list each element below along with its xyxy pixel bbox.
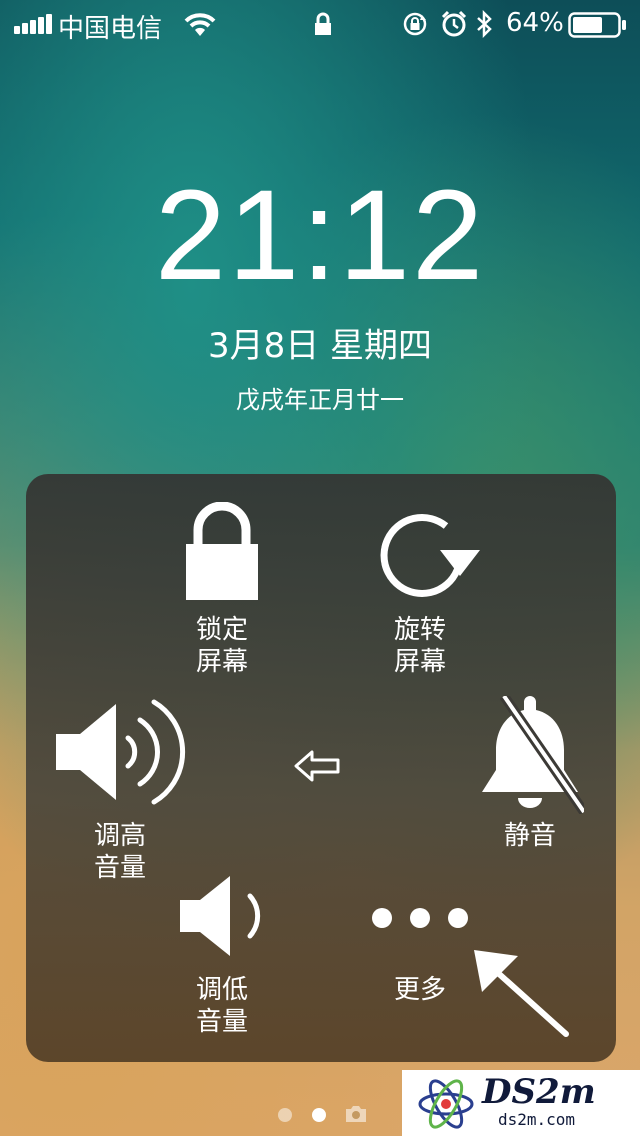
bluetooth-icon <box>477 10 492 38</box>
watermark-url: ds2m.com <box>498 1110 576 1129</box>
battery-icon <box>568 12 626 38</box>
mute-button[interactable]: 静音 <box>470 696 590 886</box>
more-label: 更多 <box>393 975 446 1005</box>
back-button[interactable] <box>292 748 352 792</box>
alarm-icon <box>441 10 467 37</box>
rotate-label-line2: 屏幕 <box>393 647 446 677</box>
atom-logo-icon <box>418 1079 474 1129</box>
lock-screen-label-line1: 锁定 <box>195 615 248 645</box>
camera-icon <box>346 1106 366 1122</box>
volume-up-icon <box>56 699 186 805</box>
status-bar: 中国电信 64% <box>0 0 640 48</box>
lunar-date: 戊戌年正月廿一 <box>236 386 404 414</box>
watermark-logo: DS2m ds2m.com <box>402 1070 640 1136</box>
more-button[interactable]: 更多 <box>360 894 480 1014</box>
watermark-title: DS2m <box>482 1072 596 1112</box>
lock-screen-button[interactable]: 锁定 屏幕 <box>162 494 282 680</box>
lock-screen-date: 3月8日 星期四 <box>207 326 433 366</box>
volume-down-button[interactable]: 调低 音量 <box>162 874 282 1044</box>
pointer-arrow-icon <box>474 950 569 1037</box>
lock-screen-label-line2: 屏幕 <box>195 647 248 677</box>
back-arrow-icon <box>294 750 340 782</box>
rotate-label-line1: 旋转 <box>393 615 446 645</box>
volume-up-button[interactable]: 调高 音量 <box>54 696 194 886</box>
page-dot-active <box>312 1108 326 1122</box>
rotate-icon <box>380 513 480 597</box>
wifi-icon <box>184 13 216 36</box>
rotate-screen-button[interactable]: 旋转 屏幕 <box>360 494 480 680</box>
more-dots-icon <box>360 908 480 932</box>
volume-down-label-line1: 调低 <box>195 975 248 1005</box>
signal-icon <box>14 14 52 34</box>
lock-icon <box>186 502 258 600</box>
lock-icon <box>315 12 331 35</box>
assistive-touch-menu: 锁定 屏幕 旋转 屏幕 调高 音量 静音 调低 音量 更多 <box>26 474 616 1062</box>
volume-up-label-line1: 调高 <box>93 821 146 851</box>
battery-percent: 64% <box>506 8 564 38</box>
bell-muted-icon <box>482 696 584 814</box>
volume-down-icon <box>180 876 261 956</box>
rotation-lock-icon <box>403 12 427 36</box>
carrier-name: 中国电信 <box>58 14 163 44</box>
lock-screen-time: 21:12 <box>154 164 486 307</box>
volume-down-label-line2: 音量 <box>195 1007 248 1037</box>
mute-label: 静音 <box>503 821 556 851</box>
page-dot <box>278 1108 292 1122</box>
